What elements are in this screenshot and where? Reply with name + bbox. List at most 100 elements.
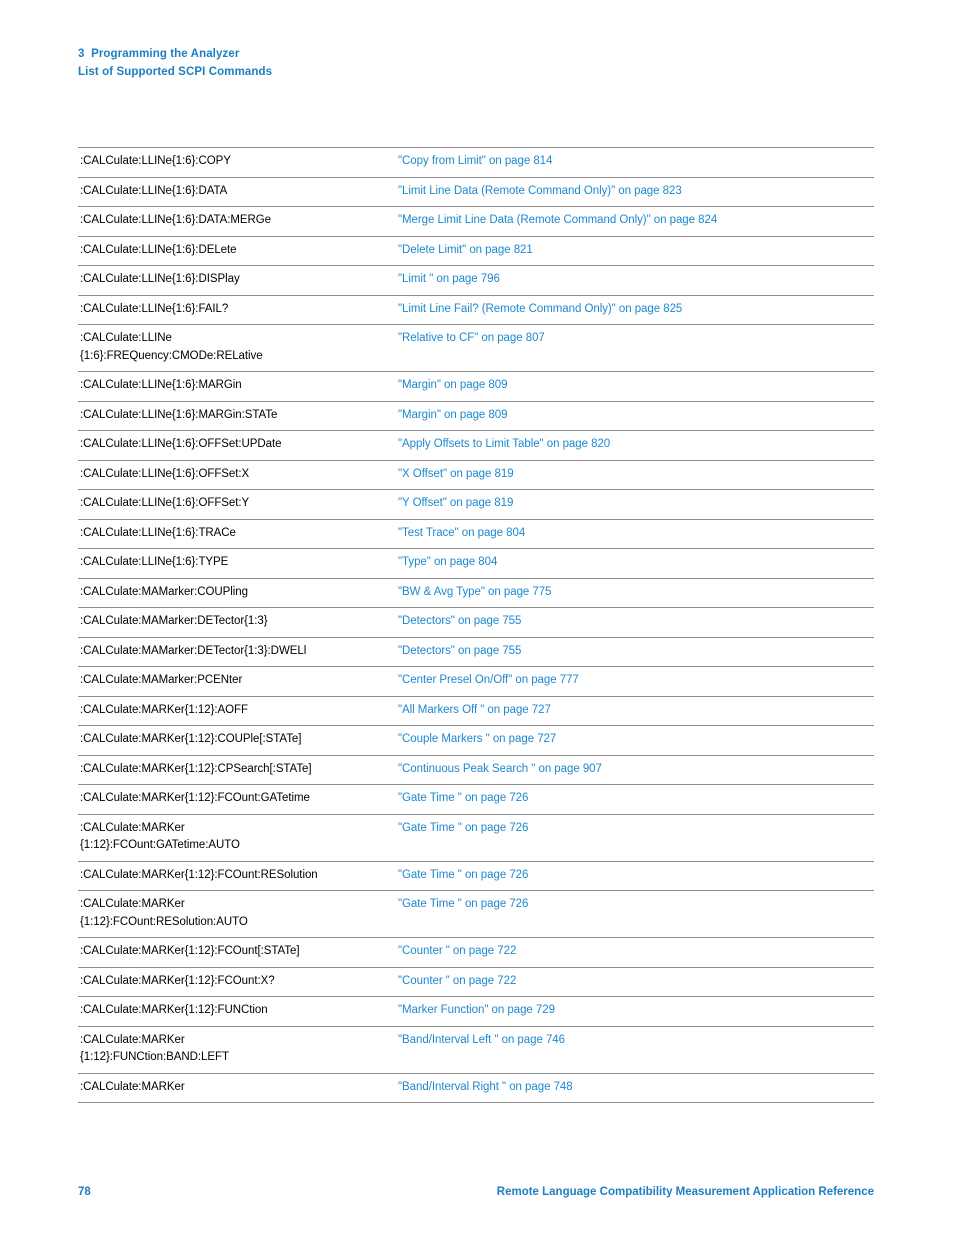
- reference-cell[interactable]: "Y Offset" on page 819: [389, 489, 874, 519]
- reference-cell[interactable]: "Gate Time " on page 726: [389, 890, 874, 938]
- command-line: :CALCulate:MARKer{1:12}:FCOunt:X?: [80, 974, 275, 987]
- command-text: :CALCulate:MARKer{1:12}:COUPle[:STATe]: [78, 726, 389, 755]
- reference-cell[interactable]: "Detectors" on page 755: [389, 636, 874, 667]
- command-line: :CALCulate:LLINe{1:6}:MARGin:STATe: [80, 408, 278, 421]
- reference-link[interactable]: "Detectors" on page 755: [389, 608, 874, 637]
- reference-cell[interactable]: "Delete Limit" on page 821: [389, 235, 874, 266]
- reference-link[interactable]: "Detectors" on page 755: [389, 638, 874, 667]
- command-cell: :CALCulate:MARKer{1:12}:AOFF: [78, 695, 389, 726]
- table-row: :CALCulate:MAMarker:COUPling "BW & Avg Ty…: [78, 577, 874, 608]
- reference-cell[interactable]: "Band/Interval Left " on page 746: [389, 1025, 874, 1073]
- reference-cell[interactable]: "Counter " on page 722: [389, 966, 874, 997]
- command-cell: :CALCulate:MARKer{1:12}:FCOunt:X?: [78, 966, 389, 997]
- reference-link[interactable]: "Gate Time " on page 726: [389, 815, 874, 844]
- command-line: :CALCulate:MARKer{1:12}:COUPle[:STATe]: [80, 733, 302, 745]
- command-cell: :CALCulate:LLINe{1:6}:OFFSet:Y: [78, 489, 389, 519]
- reference-link[interactable]: "Margin" on page 809: [389, 402, 874, 431]
- reference-cell[interactable]: "Gate Time " on page 726: [389, 860, 874, 891]
- table-row: :CALCulate:MAMarker:DETector{1:3} "Detect…: [78, 607, 874, 637]
- command-text: :CALCulate:LLINe{1:6}:OFFSet:UPDate: [78, 431, 389, 460]
- reference-cell[interactable]: "Limit " on page 796: [389, 265, 874, 295]
- command-cell: :CALCulate:MARKer{1:12}:FUNCtion: [78, 996, 389, 1026]
- reference-cell[interactable]: "Limit Line Data (Remote Command Only)" …: [389, 176, 874, 207]
- reference-link[interactable]: "Margin" on page 809: [389, 372, 874, 401]
- command-text: :CALCulate:MAMarker:DETector{1:3}:DWELl: [78, 638, 389, 667]
- reference-link[interactable]: "Couple Markers " on page 727: [389, 726, 874, 755]
- reference-cell[interactable]: "Type" on page 804: [389, 548, 874, 578]
- table-row: :CALCulate:MARKer{1:12}:FUNCtion "Marker …: [78, 996, 874, 1026]
- reference-link[interactable]: "Limit " on page 796: [389, 266, 874, 295]
- reference-cell[interactable]: "Limit Line Fail? (Remote Command Only)"…: [389, 294, 874, 325]
- command-line: :CALCulate:LLINe{1:6}:DATA:MERGe: [80, 214, 272, 226]
- reference-link[interactable]: "Gate Time " on page 726: [389, 891, 874, 920]
- command-text: :CALCulate:LLINe{1:6}:MARGin:STATe: [78, 402, 389, 431]
- reference-link[interactable]: "Gate Time " on page 726: [389, 862, 874, 891]
- reference-cell[interactable]: "Copy from Limit" on page 814: [389, 147, 874, 177]
- reference-link[interactable]: "Band/Interval Left " on page 746: [389, 1027, 874, 1056]
- reference-link[interactable]: "Band/Interval Right " on page 748: [389, 1074, 874, 1103]
- reference-link[interactable]: "Delete Limit" on page 821: [389, 237, 874, 266]
- reference-link[interactable]: "Counter " on page 722: [389, 968, 874, 997]
- reference-cell[interactable]: "Gate Time " on page 726: [389, 784, 874, 814]
- reference-cell[interactable]: "Test Trace" on page 804: [389, 518, 874, 549]
- reference-cell[interactable]: "Center Presel On/Off" on page 777: [389, 666, 874, 696]
- reference-link[interactable]: "Copy from Limit" on page 814: [389, 148, 874, 177]
- command-cell: :CALCulate:MARKer{1:12}:COUPle[:STATe]: [78, 725, 389, 755]
- reference-cell[interactable]: "X Offset" on page 819: [389, 459, 874, 490]
- reference-cell[interactable]: "Merge Limit Line Data (Remote Command O…: [389, 206, 874, 236]
- reference-cell[interactable]: "Marker Function" on page 729: [389, 996, 874, 1026]
- reference-link[interactable]: "X Offset" on page 819: [389, 461, 874, 490]
- command-cell: :CALCulate:LLINe{1:6}:MARGin:STATe: [78, 400, 389, 431]
- reference-link[interactable]: "Test Trace" on page 804: [389, 520, 874, 549]
- command-cell: :CALCulate:MAMarker:DETector{1:3}: [78, 607, 389, 637]
- table-row: :CALCulate:LLINe{1:6}:OFFSet:UPDate "Appl…: [78, 430, 874, 460]
- command-cell: :CALCulate:LLINe{1:6}:COPY: [78, 147, 389, 177]
- reference-cell[interactable]: "Couple Markers " on page 727: [389, 725, 874, 755]
- reference-link[interactable]: "Y Offset" on page 819: [389, 490, 874, 519]
- command-line: :CALCulate:MARKer{1:12}:CPSearch[:STATe]: [80, 762, 312, 775]
- reference-cell[interactable]: "Detectors" on page 755: [389, 607, 874, 637]
- reference-cell[interactable]: "Margin" on page 809: [389, 371, 874, 401]
- command-cell: :CALCulate:MARKer{1:12}:FCOunt:RESolutio…: [78, 890, 389, 938]
- reference-link[interactable]: "Apply Offsets to Limit Table" on page 8…: [389, 431, 874, 460]
- reference-link[interactable]: "Limit Line Fail? (Remote Command Only)"…: [389, 296, 874, 325]
- reference-link[interactable]: "Relative to CF" on page 807: [389, 325, 874, 354]
- reference-cell[interactable]: "All Markers Off " on page 727: [389, 695, 874, 726]
- table-row: :CALCulate:LLINe{1:6}:FAIL? "Limit Line F…: [78, 294, 874, 325]
- reference-cell[interactable]: "BW & Avg Type" on page 775: [389, 577, 874, 608]
- command-cell: :CALCulate:MARKer{1:12}:FCOunt:RESolutio…: [78, 860, 389, 891]
- reference-link[interactable]: "Marker Function" on page 729: [389, 997, 874, 1026]
- reference-link[interactable]: "BW & Avg Type" on page 775: [389, 579, 874, 608]
- table-row: :CALCulate:LLINe{1:6}:MARGin "Margin" on …: [78, 371, 874, 401]
- command-cell: :CALCulate:LLINe{1:6}:OFFSet:X: [78, 459, 389, 490]
- table-row: :CALCulate:MARKer{1:12}:FCOunt[:STATe] "C…: [78, 937, 874, 967]
- reference-cell[interactable]: "Gate Time " on page 726: [389, 813, 874, 861]
- reference-cell[interactable]: "Apply Offsets to Limit Table" on page 8…: [389, 430, 874, 460]
- command-cell: :CALCulate:MARKer {1:12}:FUNCtion:BAND:LE…: [78, 1025, 389, 1073]
- reference-cell[interactable]: "Continuous Peak Search " on page 907: [389, 754, 874, 785]
- reference-link[interactable]: "Type" on page 804: [389, 549, 874, 578]
- command-line: :CALCulate:LLINe{1:6}:DISPlay: [80, 273, 240, 285]
- reference-cell[interactable]: "Relative to CF" on page 807: [389, 324, 874, 372]
- reference-link[interactable]: "Limit Line Data (Remote Command Only)" …: [389, 178, 874, 207]
- command-text: :CALCulate:MARKer{1:12}:AOFF: [78, 697, 389, 726]
- reference-link[interactable]: "All Markers Off " on page 727: [389, 697, 874, 726]
- table-row: :CALCulate:MARKer{1:12}:FCOunt:X? "Counte…: [78, 966, 874, 997]
- header-section-line: List of Supported SCPI Commands: [78, 65, 273, 78]
- command-text: :CALCulate:MARKer: [78, 1074, 389, 1103]
- command-line: {1:12}:FUNCtion:BAND:LEFT: [80, 1051, 229, 1063]
- reference-link[interactable]: "Merge Limit Line Data (Remote Command O…: [389, 207, 874, 236]
- reference-link[interactable]: "Counter " on page 722: [389, 938, 874, 967]
- document-page: 3 Programming the Analyzer List of Suppo…: [0, 0, 954, 1235]
- command-text: :CALCulate:MARKer{1:12}:FCOunt:GATetime: [78, 785, 389, 814]
- reference-link[interactable]: "Center Presel On/Off" on page 777: [389, 667, 874, 696]
- reference-cell[interactable]: "Counter " on page 722: [389, 937, 874, 967]
- reference-link[interactable]: "Gate Time " on page 726: [389, 785, 874, 814]
- reference-cell[interactable]: "Margin" on page 809: [389, 400, 874, 431]
- command-cell: :CALCulate:MARKer{1:12}:CPSearch[:STATe]: [78, 754, 389, 785]
- reference-link[interactable]: "Continuous Peak Search " on page 907: [389, 756, 874, 785]
- command-line: :CALCulate:LLINe{1:6}:OFFSet:Y: [80, 497, 250, 509]
- command-line: :CALCulate:MARKer{1:12}:FCOunt[:STATe]: [80, 945, 300, 957]
- reference-cell[interactable]: "Band/Interval Right " on page 748: [389, 1072, 874, 1103]
- command-line: :CALCulate:MAMarker:DETector{1:3}: [80, 615, 268, 627]
